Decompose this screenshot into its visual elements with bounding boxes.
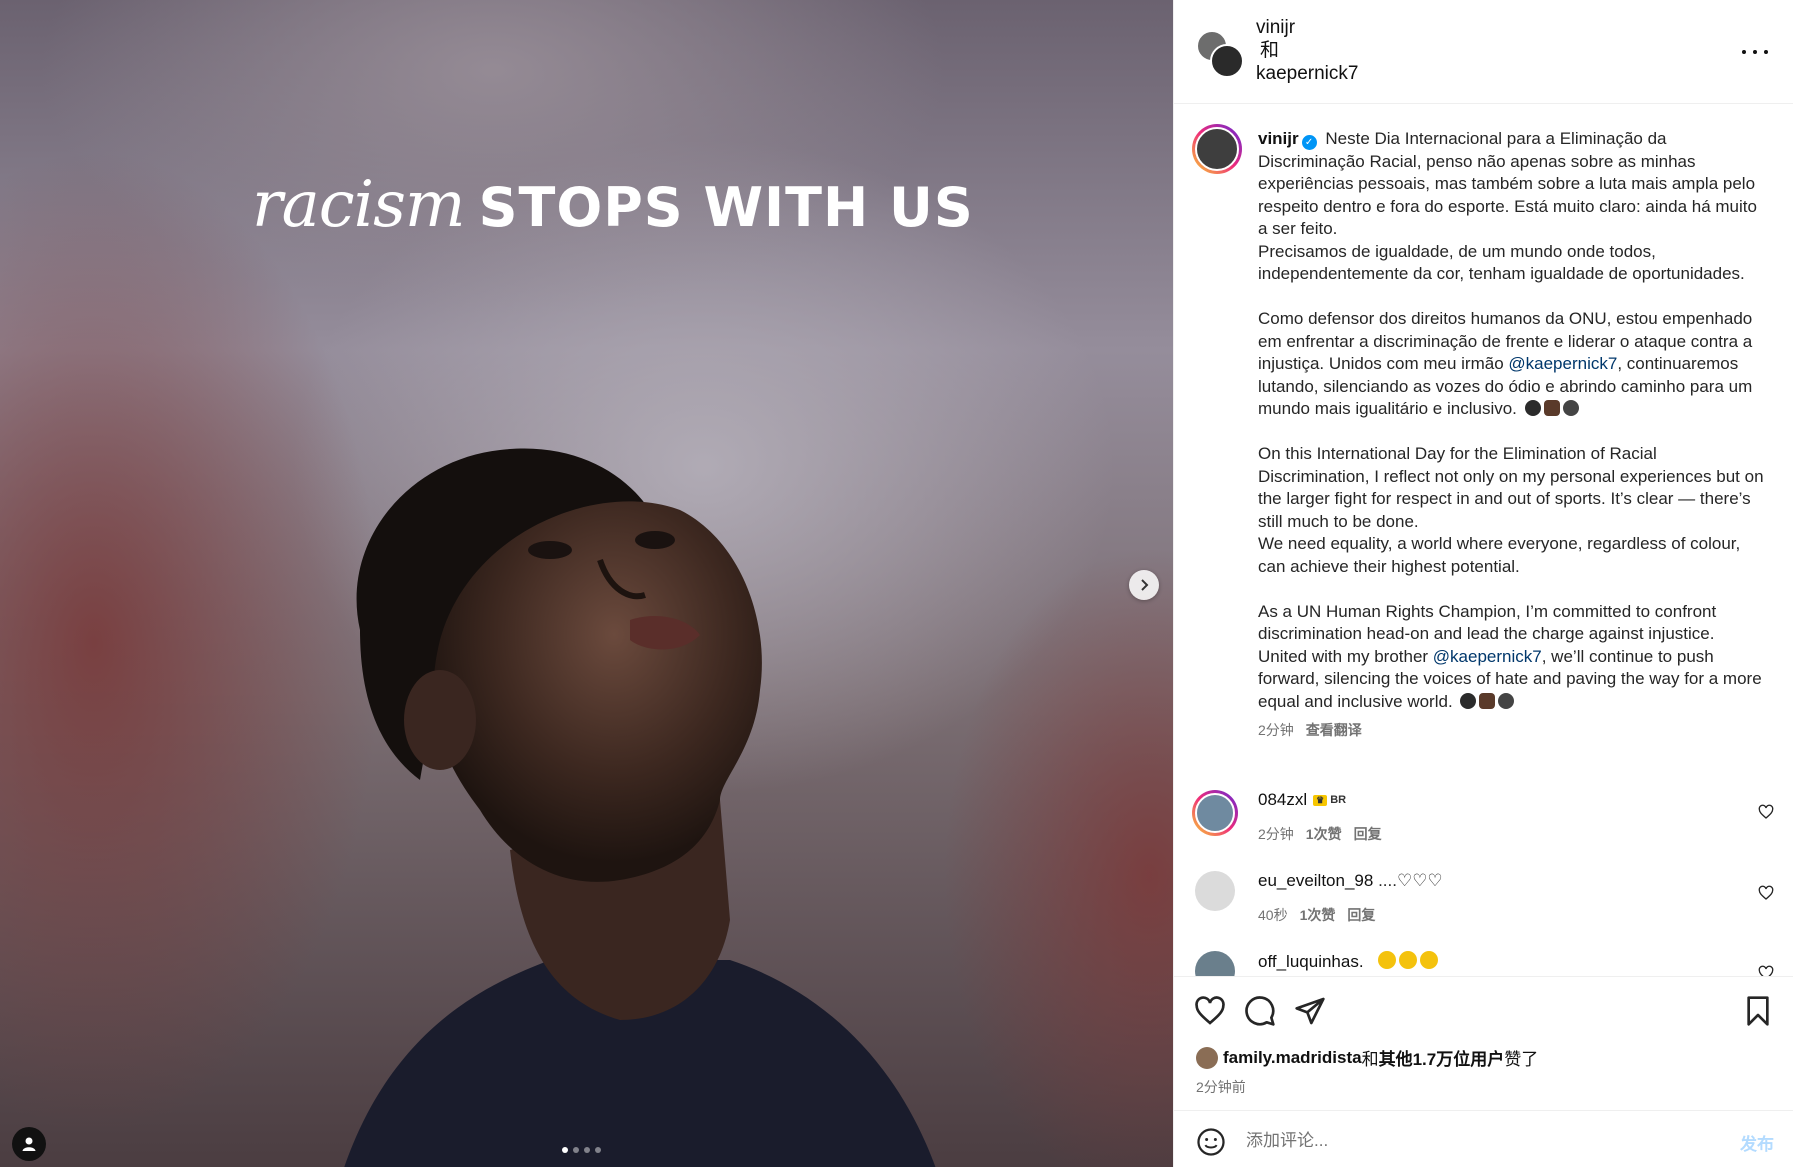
athlete-portrait [344, 448, 936, 1167]
header-and: 和 [1260, 40, 1280, 61]
liker-avatar [1196, 1046, 1218, 1069]
avatar [1210, 44, 1244, 78]
comment-reply-button[interactable]: 回复 [1347, 907, 1375, 923]
caption-en-paragraph-3: As a UN Human Rights Champion, I’m commi… [1258, 601, 1768, 714]
carousel-dot [584, 1147, 590, 1153]
heart-eyes-emoji-icon [1378, 951, 1397, 969]
caption-pt-paragraph-2: Precisamos de igualdade, de um mundo ond… [1258, 241, 1745, 284]
black-heart-icon [1524, 400, 1541, 416]
comment-item: eu_eveilton_98 ....♡♡♡ 40秒 1次赞 回复 [1174, 867, 1793, 927]
comment-time: 40秒 [1258, 907, 1288, 923]
raised-fist-icon [1479, 692, 1496, 709]
mention-link[interactable]: @kaepernick7 [1508, 354, 1617, 373]
comment-bubble-icon[interactable] [1244, 995, 1276, 1027]
media-headline-italic: racism [252, 168, 466, 242]
comment-badge: BR [1330, 794, 1347, 806]
post-header: vinijr 和 kaepernick7 [1174, 0, 1793, 104]
comment-avatar[interactable] [1192, 790, 1238, 836]
chevron-right-icon [1141, 579, 1149, 591]
comment-likes[interactable]: 1次赞 [1306, 826, 1342, 842]
caption-en-paragraph-1: On this International Day for the Elimin… [1258, 444, 1764, 531]
comment-reply-button[interactable]: 回复 [1354, 826, 1382, 842]
user-icon [22, 1137, 36, 1151]
emoji-icon[interactable] [1196, 1127, 1226, 1157]
comments-scroll[interactable]: vinijr ✓ Neste Dia Internacional para a E… [1174, 104, 1793, 976]
caption-pt-paragraph-1: Neste Dia Internacional para a Eliminaçã… [1258, 129, 1757, 238]
comment-time: 2分钟 [1258, 826, 1294, 842]
heart-icon[interactable] [1758, 804, 1774, 820]
media-headline: racism STOPS WITH US [252, 168, 974, 242]
likes-others[interactable]: 其他1.7万位用户 [1379, 1045, 1505, 1070]
post-sidebar: vinijr 和 kaepernick7 vinijr ✓ Neste Dia I… [1173, 0, 1793, 1167]
heart-eyes-emoji-icon [1399, 951, 1418, 969]
comment-avatar[interactable] [1195, 871, 1235, 911]
more-options-icon[interactable] [1742, 42, 1768, 62]
people-hugging-icon [1498, 692, 1515, 709]
comment-input[interactable] [1244, 1125, 1688, 1157]
header-username-vinijr[interactable]: vinijr [1256, 16, 1358, 39]
caption-username[interactable]: vinijr [1258, 129, 1299, 148]
post-comment-button[interactable]: 发布 [1740, 1130, 1774, 1155]
black-heart-icon [1460, 692, 1477, 709]
post-media[interactable]: racism STOPS WITH US [0, 0, 1173, 1167]
comment-composer: 发布 [1174, 1110, 1793, 1168]
likes-suffix: 赞了 [1504, 1050, 1539, 1069]
caption-en-paragraph-2: We need equality, a world where everyone… [1258, 534, 1741, 576]
comment-text: off_luquinhas. [1258, 951, 1439, 972]
mention-link[interactable]: @kaepernick7 [1433, 647, 1542, 666]
heart-icon[interactable] [1758, 965, 1774, 976]
likes-summary[interactable]: family.madridista 和其他1.7万位用户 赞了 [1196, 1045, 1538, 1070]
media-headline-caps: STOPS WITH US [478, 176, 974, 239]
post-caption: vinijr ✓ Neste Dia Internacional para a E… [1258, 128, 1768, 742]
comment-body: ....♡♡♡ [1378, 871, 1443, 890]
likes-and: 和 [1361, 1050, 1379, 1069]
comment-meta: 2分钟 1次赞 回复 [1258, 824, 1382, 844]
caption-avatar[interactable] [1192, 124, 1242, 174]
caption-meta: 2分钟 查看翻译 [1258, 719, 1768, 742]
carousel-next-button[interactable] [1129, 570, 1159, 600]
comment-item: 084zxl ♛ BR 2分钟 1次赞 回复 [1174, 786, 1793, 846]
bookmark-icon[interactable] [1742, 995, 1774, 1027]
collab-usernames: vinijr 和 kaepernick7 [1256, 16, 1358, 85]
comment-text: eu_eveilton_98 ....♡♡♡ [1258, 871, 1443, 891]
carousel-dot [562, 1147, 568, 1153]
crown-icon: ♛ [1313, 795, 1328, 806]
comment-avatar[interactable] [1195, 951, 1235, 976]
post-dialog: racism STOPS WITH US vinijr 和 kaepernick… [0, 0, 1793, 1167]
raised-fist-icon [1543, 400, 1560, 416]
caption-time: 2分钟 [1258, 722, 1294, 738]
liker-username[interactable]: family.madridista [1223, 1048, 1362, 1068]
tagged-users-button[interactable] [12, 1127, 46, 1161]
comment-username[interactable]: off_luquinhas. [1258, 952, 1364, 971]
heart-icon[interactable] [1758, 885, 1774, 901]
post-time: 2分钟前 [1196, 1079, 1246, 1095]
post-actions: family.madridista 和其他1.7万位用户 赞了 2分钟前 [1174, 976, 1793, 1111]
header-username-kaepernick7[interactable]: kaepernick7 [1256, 62, 1358, 85]
comment-text: 084zxl ♛ BR [1258, 790, 1346, 810]
carousel-indicator [562, 1147, 601, 1153]
comment-username[interactable]: 084zxl [1258, 790, 1307, 809]
share-send-icon[interactable] [1294, 995, 1326, 1027]
comment-likes[interactable]: 1次赞 [1300, 907, 1336, 923]
heart-eyes-emoji-icon [1420, 951, 1439, 969]
carousel-dot [595, 1147, 601, 1153]
comment-item: off_luquinhas. [1174, 947, 1793, 976]
people-hugging-icon [1562, 400, 1579, 416]
collab-avatars[interactable] [1196, 30, 1244, 78]
carousel-dot [573, 1147, 579, 1153]
like-heart-icon[interactable] [1194, 995, 1226, 1027]
comment-username[interactable]: eu_eveilton_98 [1258, 871, 1373, 890]
see-translation-button[interactable]: 查看翻译 [1306, 722, 1362, 738]
verified-icon: ✓ [1301, 135, 1317, 150]
comment-meta: 40秒 1次赞 回复 [1258, 905, 1375, 925]
caption-pt-paragraph-3: Como defensor dos direitos humanos da ON… [1258, 308, 1768, 421]
